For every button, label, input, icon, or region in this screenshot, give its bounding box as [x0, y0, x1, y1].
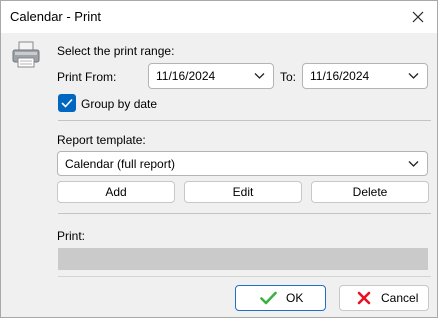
checkmark-icon: [260, 291, 277, 305]
print-from-date-picker[interactable]: 11/16/2024: [148, 63, 274, 89]
print-to-date-picker[interactable]: 11/16/2024: [302, 63, 428, 89]
print-to-value: 11/16/2024: [310, 69, 370, 83]
print-progress-label: Print:: [57, 229, 86, 243]
group-by-date-label[interactable]: Group by date: [81, 97, 157, 111]
report-template-label: Report template:: [57, 133, 146, 147]
close-button[interactable]: [405, 4, 431, 30]
edit-template-button[interactable]: Edit: [184, 181, 302, 203]
print-from-value: 11/16/2024: [156, 69, 216, 83]
group-by-date-checkbox[interactable]: [58, 94, 76, 112]
print-to-label: To:: [280, 70, 297, 84]
close-icon: [412, 11, 424, 23]
report-template-value: Calendar (full report): [65, 157, 176, 171]
chevron-down-icon: [408, 73, 419, 79]
print-range-heading: Select the print range:: [57, 44, 175, 58]
title-bar: Calendar - Print: [1, 1, 437, 33]
x-icon: [357, 291, 371, 305]
window-title: Calendar - Print: [10, 9, 102, 24]
cancel-button[interactable]: Cancel: [339, 285, 429, 311]
delete-template-button[interactable]: Delete: [311, 181, 429, 203]
print-progress-bar: [58, 248, 428, 270]
chevron-down-icon: [254, 73, 265, 79]
divider: [58, 276, 431, 277]
add-template-button[interactable]: Add: [57, 181, 175, 203]
ok-button[interactable]: OK: [235, 285, 326, 311]
report-template-select[interactable]: Calendar (full report): [57, 151, 428, 176]
print-from-label: Print From:: [57, 70, 117, 84]
checkmark-icon: [61, 98, 73, 108]
ok-button-label: OK: [286, 291, 304, 305]
print-dialog: Calendar - Print Select the print range:…: [0, 0, 438, 318]
chevron-down-icon: [408, 161, 419, 167]
divider: [58, 120, 431, 121]
divider: [58, 213, 431, 214]
cancel-button-label: Cancel: [381, 291, 419, 305]
printer-icon: [12, 41, 40, 68]
